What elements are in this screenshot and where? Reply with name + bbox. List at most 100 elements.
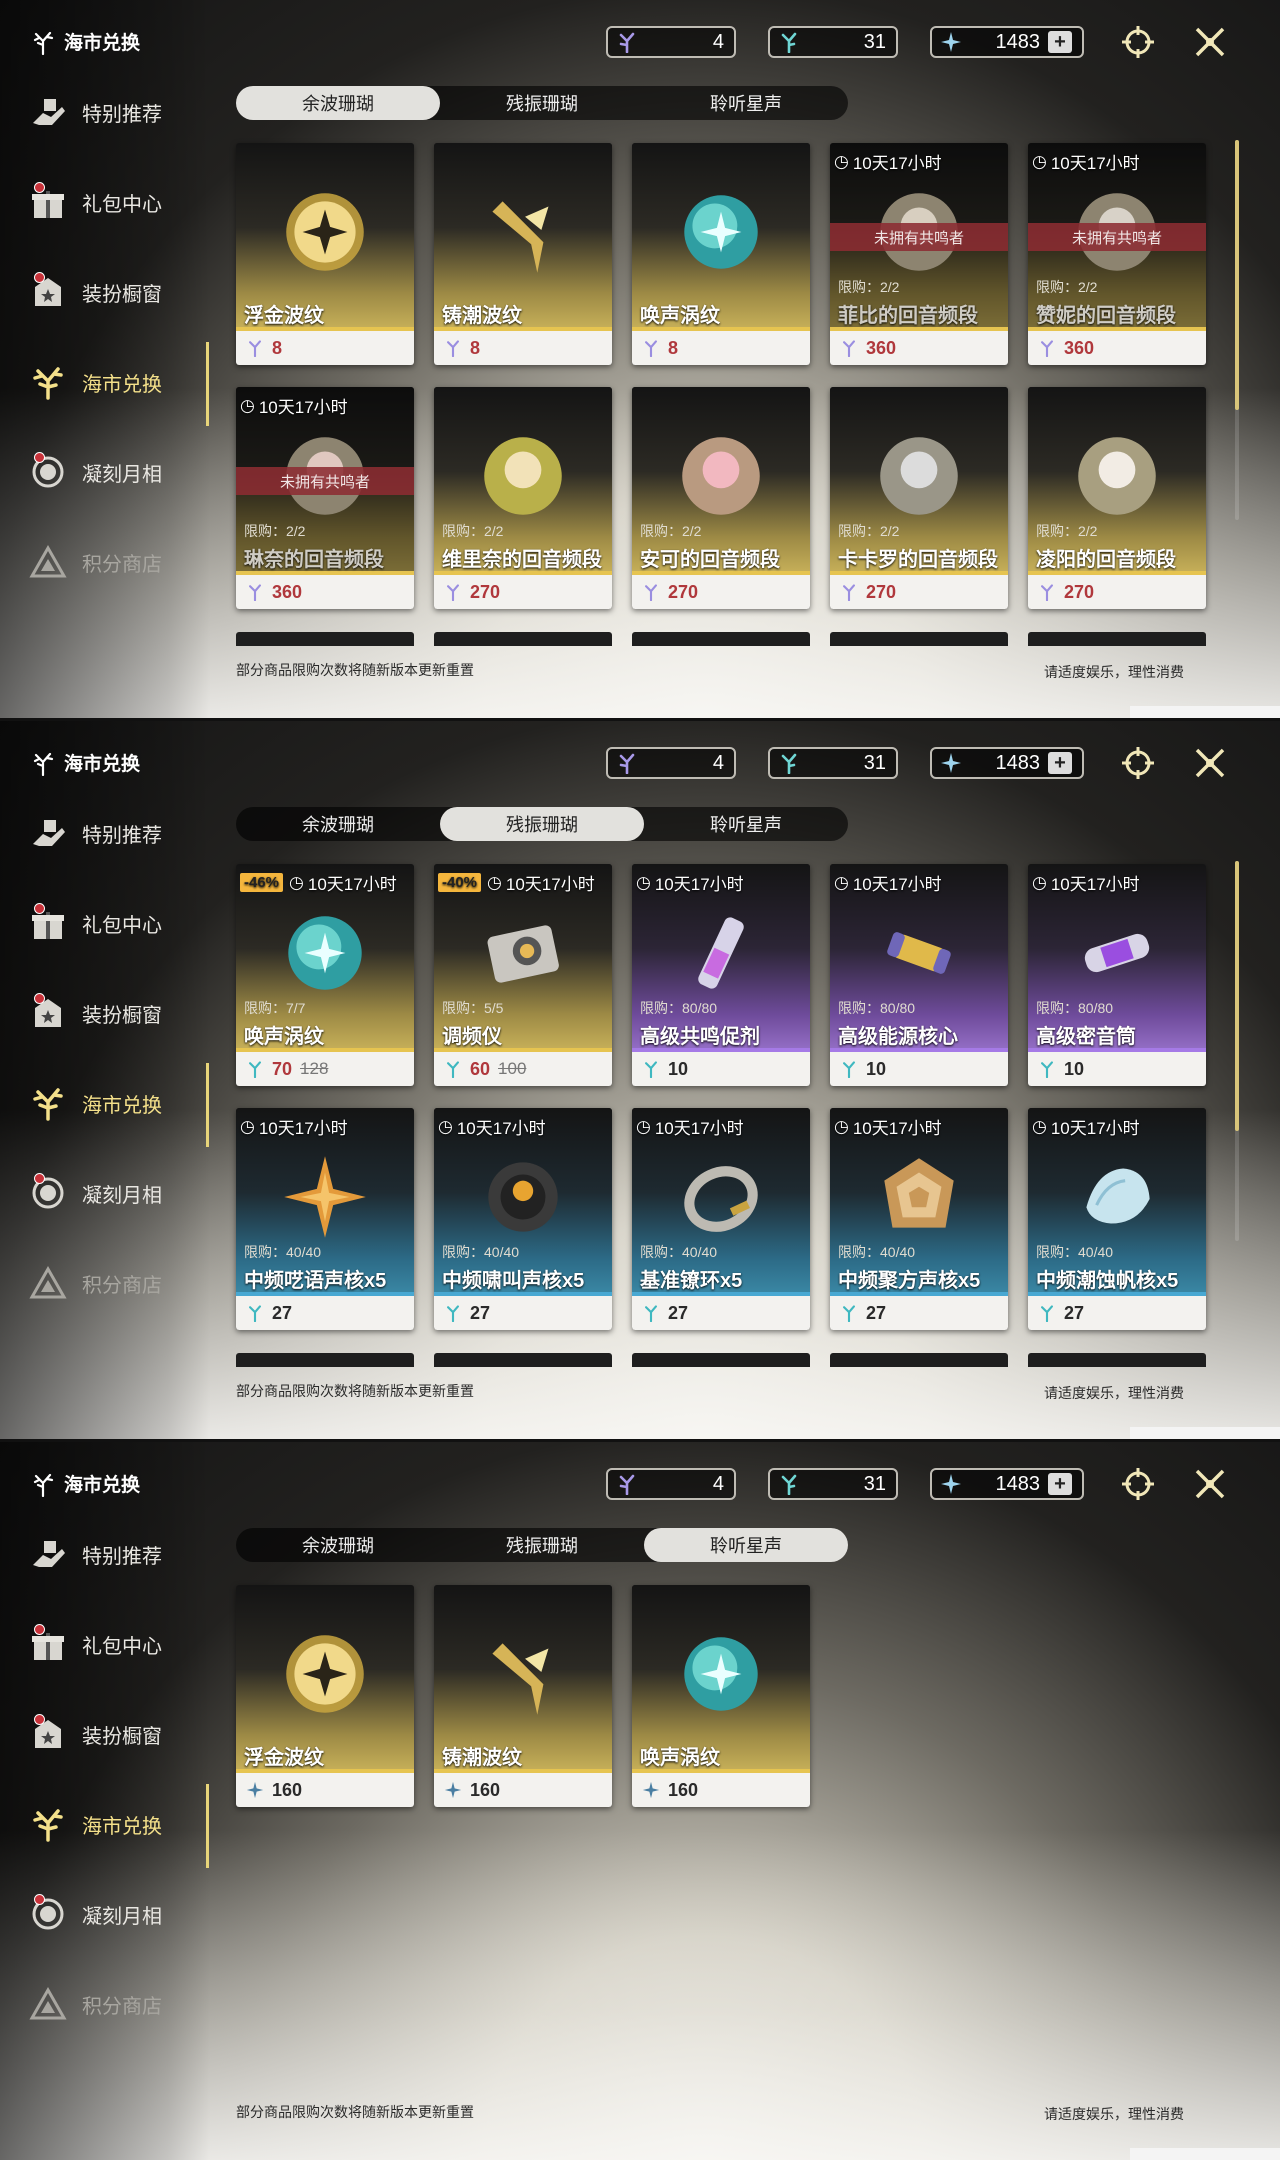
sidebar-item-gift[interactable]: 礼包中心 (28, 1624, 162, 1664)
coral-purple-icon (843, 584, 855, 601)
tab-star-sound[interactable]: 聆听星声 (644, 807, 848, 841)
shop-item-card[interactable]: 浮金波纹 8 (236, 143, 414, 365)
triangle-icon (28, 542, 68, 582)
character-portrait-icon (484, 437, 562, 515)
timer: -46% ◷ 10天17小时 (240, 870, 397, 895)
shop-item-card[interactable]: 限购：2/2 维里奈的回音频段 270 (434, 387, 612, 609)
item-price: 10 (1028, 1052, 1206, 1086)
target-icon[interactable] (1118, 743, 1158, 783)
sidebar-item-points[interactable]: 积分商店 (28, 542, 162, 582)
sidebar-item-outfit[interactable]: 装扮橱窗 (28, 272, 162, 312)
tab-star-sound[interactable]: 聆听星声 (644, 1528, 848, 1562)
sidebar-item-points[interactable]: 积分商店 (28, 1263, 162, 1303)
tab-coral-residue[interactable]: 残振珊瑚 (440, 86, 644, 120)
shop-item-card[interactable]: 铸潮波纹 160 (434, 1585, 612, 1807)
shop-item-card[interactable]: ◷ 10天17小时 限购：80/80 高级密音筒 10 (1028, 864, 1206, 1086)
add-currency-button[interactable]: + (1048, 752, 1072, 774)
sidebar-item-special[interactable]: 特别推荐 (28, 92, 162, 132)
close-icon[interactable] (1190, 743, 1230, 783)
sidebar-item-outfit[interactable]: 装扮橱窗 (28, 1714, 162, 1754)
shop-item-card[interactable]: -40% ◷ 10天17小时 限购：5/5 调频仪 60 100 (434, 864, 612, 1086)
shop-item-card[interactable]: ◷ 10天17小时 限购：40/40 中频呓语声核x5 27 (236, 1108, 414, 1330)
currency-coral-cyan[interactable]: 31 (768, 747, 898, 779)
shop-item-card[interactable]: -46% ◷ 10天17小时 限购：7/7 唤声涡纹 70 128 (236, 864, 414, 1086)
shop-item-card[interactable]: ◷ 10天17小时 限购：40/40 中频啸叫声核x5 27 (434, 1108, 612, 1330)
coral-purple-icon (1041, 584, 1053, 601)
target-icon[interactable] (1118, 22, 1158, 62)
currency-coral-purple[interactable]: 4 (606, 26, 736, 58)
timer-text: 10天17小时 (654, 1119, 744, 1138)
scrollbar-thumb[interactable] (1235, 140, 1239, 410)
add-currency-button[interactable]: + (1048, 31, 1072, 53)
price-value: 60 (470, 1058, 491, 1079)
currency-bar: 4 31 1483 + (606, 747, 1084, 779)
currency-coral-cyan[interactable]: 31 (768, 26, 898, 58)
timer-text: 10天17小时 (1050, 1119, 1140, 1138)
purchase-limit: 限购：80/80 (1036, 1000, 1114, 1016)
coral-cyan-icon (249, 1305, 261, 1322)
footer-bar (1130, 1427, 1280, 1439)
shop-item-card[interactable]: 限购：2/2 安可的回音频段 270 (632, 387, 810, 609)
brand-header: 海市兑换 (30, 749, 140, 776)
target-icon[interactable] (1118, 1464, 1158, 1504)
currency-star-sound[interactable]: 1483 + (930, 26, 1084, 58)
shop-item-card[interactable]: ◷ 10天17小时 未拥有共鸣者 限购：2/2 菲比的回音频段 360 (830, 143, 1008, 365)
sidebar-item-moon[interactable]: 凝刻月相 (28, 452, 162, 492)
item-name: 浮金波纹 (244, 305, 324, 327)
shop-item-card[interactable]: ◷ 10天17小时 限购：40/40 中频聚方声核x5 27 (830, 1108, 1008, 1330)
sidebar-item-exchange[interactable]: 海市兑换 (28, 362, 162, 402)
tab-coral-echo[interactable]: 余波珊瑚 (236, 86, 440, 120)
currency-star-sound[interactable]: 1483 + (930, 747, 1084, 779)
close-icon[interactable] (1190, 22, 1230, 62)
shop-item-card[interactable]: 唤声涡纹 160 (632, 1585, 810, 1807)
tab-coral-residue[interactable]: 残振珊瑚 (440, 1528, 644, 1562)
purchase-limit: 限购：2/2 (1036, 523, 1098, 539)
item-price: 27 (632, 1296, 810, 1330)
sidebar-item-moon[interactable]: 凝刻月相 (28, 1173, 162, 1213)
tab-coral-echo[interactable]: 余波珊瑚 (236, 807, 440, 841)
shop-item-card[interactable]: 铸潮波纹 8 (434, 143, 612, 365)
currency-star-sound[interactable]: 1483 + (930, 1468, 1084, 1500)
sidebar-item-gift[interactable]: 礼包中心 (28, 182, 162, 222)
currency-coral-purple[interactable]: 4 (606, 747, 736, 779)
shop-item-card[interactable]: 浮金波纹 160 (236, 1585, 414, 1807)
sidebar-item-points[interactable]: 积分商店 (28, 1984, 162, 2024)
price-value: 270 (866, 581, 897, 602)
sidebar-item-special[interactable]: 特别推荐 (28, 1534, 162, 1574)
item-name: 调频仪 (442, 1026, 502, 1048)
shop-item-card[interactable]: 限购：2/2 卡卡罗的回音频段 270 (830, 387, 1008, 609)
sidebar-item-special[interactable]: 特别推荐 (28, 813, 162, 853)
coral-purple-icon (619, 753, 635, 774)
sidebar-item-moon[interactable]: 凝刻月相 (28, 1894, 162, 1934)
coral-cyan-icon (781, 32, 797, 53)
timer: ◷ 10天17小时 (636, 870, 744, 895)
add-currency-button[interactable]: + (1048, 1473, 1072, 1495)
shop-item-card[interactable]: ◷ 10天17小时 限购：40/40 基准镣环x5 27 (632, 1108, 810, 1330)
shop-item-card[interactable]: 唤声涡纹 8 (632, 143, 810, 365)
currency-value: 4 (712, 751, 724, 774)
shop-item-card[interactable]: ◷ 10天17小时 限购：80/80 高级能源核心 10 (830, 864, 1008, 1086)
tab-coral-residue[interactable]: 残振珊瑚 (440, 807, 644, 841)
close-icon[interactable] (1190, 1464, 1230, 1504)
shop-item-card[interactable]: 限购：2/2 凌阳的回音频段 270 (1028, 387, 1206, 609)
currency-coral-purple[interactable]: 4 (606, 1468, 736, 1500)
item-name: 铸潮波纹 (442, 305, 522, 327)
coral-cyan-icon (645, 1061, 657, 1078)
shop-item-card[interactable]: ◷ 10天17小时 未拥有共鸣者 限购：2/2 琳奈的回音频段 360 (236, 387, 414, 609)
shop-item-card[interactable]: ◷ 10天17小时 未拥有共鸣者 限购：2/2 赞妮的回音频段 360 (1028, 143, 1206, 365)
sidebar: 海市兑换 特别推荐 礼包中心 装扮橱窗 海市兑换 凝刻月相 积分商店 (0, 1442, 210, 2160)
scrollbar-thumb[interactable] (1235, 861, 1239, 1131)
timer: ◷ 10天17小时 (834, 149, 942, 174)
sidebar-item-outfit[interactable]: 装扮橱窗 (28, 993, 162, 1033)
shop-item-card[interactable]: ◷ 10天17小时 限购：40/40 中频潮蚀帆核x5 27 (1028, 1108, 1206, 1330)
clock-icon: ◷ (487, 872, 502, 892)
sidebar-item-exchange[interactable]: 海市兑换 (28, 1083, 162, 1123)
tab-star-sound[interactable]: 聆听星声 (644, 86, 848, 120)
shop-item-card[interactable]: ◷ 10天17小时 限购：80/80 高级共鸣促剂 10 (632, 864, 810, 1086)
coral-purple-icon (645, 340, 657, 357)
currency-coral-cyan[interactable]: 31 (768, 1468, 898, 1500)
sidebar-item-gift[interactable]: 礼包中心 (28, 903, 162, 943)
tab-coral-echo[interactable]: 余波珊瑚 (236, 1528, 440, 1562)
sidebar-item-exchange[interactable]: 海市兑换 (28, 1804, 162, 1844)
sidebar-item-label: 凝刻月相 (82, 1905, 162, 1928)
